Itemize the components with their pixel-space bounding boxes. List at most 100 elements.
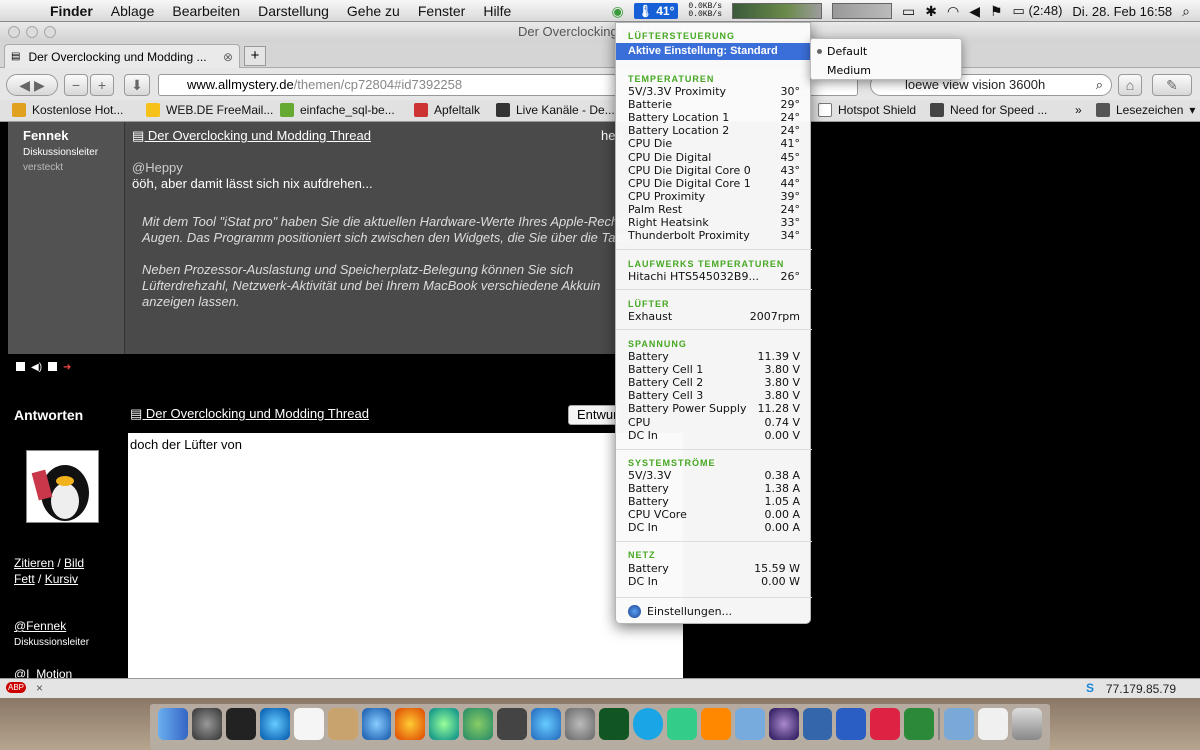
camino-icon[interactable] xyxy=(429,708,460,740)
mention-link-2: @I_Motion xyxy=(14,667,72,678)
adblock-icon[interactable]: ABP xyxy=(6,682,27,693)
menu-app-name[interactable]: Finder xyxy=(50,3,93,19)
bookmark-item-webde[interactable]: WEB.DE FreeMail... xyxy=(146,103,273,117)
new-tab-button[interactable]: + xyxy=(244,46,266,66)
bold-link[interactable]: Fett xyxy=(14,572,35,586)
battery-indicator[interactable]: ▭ (2:48) xyxy=(1013,3,1063,19)
pen-icon[interactable] xyxy=(802,708,833,740)
back-forward-button[interactable]: ◀ ▶ xyxy=(6,74,58,96)
home-button[interactable]: ⌂ xyxy=(1118,74,1142,96)
bookmark-item-hotspot[interactable]: Kostenlose Hot... xyxy=(12,103,123,117)
spotlight-icon[interactable]: ⌕ xyxy=(1182,3,1190,20)
bookmarks-overflow[interactable]: » xyxy=(1075,103,1082,117)
bookmarks-menu[interactable]: Lesezeichen ▾ xyxy=(1096,103,1195,117)
camera-icon[interactable] xyxy=(497,708,528,740)
volume-icon[interactable]: ◀ xyxy=(969,3,980,20)
menu-ablage[interactable]: Ablage xyxy=(111,3,155,19)
dashboard-icon[interactable] xyxy=(225,708,256,740)
close-statusbar-icon[interactable]: × xyxy=(36,681,43,695)
document-icon[interactable] xyxy=(978,708,1009,740)
system-prefs-icon[interactable] xyxy=(565,708,595,740)
settings-menu-item[interactable]: Einstellungen... xyxy=(628,605,732,618)
safari-icon[interactable] xyxy=(361,708,392,740)
menu-bearbeiten[interactable]: Bearbeiten xyxy=(172,3,240,19)
search-icon[interactable]: ⌕ xyxy=(1096,75,1103,95)
bluetooth-icon[interactable]: ✱ xyxy=(925,3,937,20)
menu-gehe-zu[interactable]: Gehe zu xyxy=(347,3,400,19)
app-store-icon[interactable] xyxy=(259,708,290,740)
zoom-window-button[interactable] xyxy=(44,26,56,38)
zoom-out-button[interactable]: − xyxy=(64,74,88,96)
evernote-icon[interactable]: ◉ xyxy=(611,3,623,20)
sound-icon[interactable]: ◀) xyxy=(31,362,42,373)
image-link[interactable]: Bild xyxy=(64,556,84,570)
skype-icon[interactable]: S xyxy=(1086,681,1094,695)
reply-editor[interactable]: doch der Lüfter von xyxy=(128,433,683,678)
temperature-row-label: Thunderbolt Proximity xyxy=(628,229,750,243)
menu-fenster[interactable]: Fenster xyxy=(418,3,465,19)
voltage-row: Battery Cell 3 3.80 V xyxy=(628,389,800,402)
bookmark-icon xyxy=(12,103,26,117)
messenger-icon[interactable] xyxy=(666,708,697,740)
mention-fennek[interactable]: @Fennek xyxy=(14,619,66,633)
fan-active-setting[interactable]: Aktive Einstellung: Standard xyxy=(616,43,812,60)
quote-line: Mit dem Tool "iStat pro" haben Sie die a… xyxy=(142,214,633,229)
download-button[interactable]: ⬇ xyxy=(124,74,150,96)
powerpoint-icon[interactable] xyxy=(870,708,901,740)
sync-icon[interactable] xyxy=(463,708,494,740)
wifi-icon[interactable]: ◠ xyxy=(947,3,959,20)
submenu-option-medium[interactable]: Medium xyxy=(827,64,871,77)
quote-link[interactable]: Zitieren xyxy=(14,556,54,570)
bookmark-item-nfs[interactable]: Need for Speed ... xyxy=(930,103,1047,117)
xampp-icon[interactable] xyxy=(700,708,731,740)
menu-darstellung[interactable]: Darstellung xyxy=(258,3,329,19)
firefox-icon[interactable] xyxy=(395,708,426,740)
finder-icon[interactable] xyxy=(158,708,188,740)
virtualbox-icon[interactable] xyxy=(734,708,765,740)
fan-profile-submenu: Default Medium xyxy=(810,38,962,80)
checkbox-icon[interactable] xyxy=(48,362,58,371)
clock[interactable]: Di. 28. Feb 16:58 xyxy=(1072,4,1172,19)
post-title-link[interactable]: ▤ Der Overclocking und Modding Thread xyxy=(132,128,371,144)
bookmark-item-apfeltalk[interactable]: Apfeltalk xyxy=(414,103,480,117)
eclipse-icon[interactable] xyxy=(768,708,799,740)
current-row-value: 0.00 A xyxy=(764,521,800,535)
power-row-label: Battery xyxy=(628,562,669,575)
textedit-icon[interactable] xyxy=(293,708,324,740)
submenu-option-default[interactable]: Default xyxy=(827,45,867,58)
close-window-button[interactable] xyxy=(8,26,20,38)
zoom-in-button[interactable]: + xyxy=(90,74,114,96)
preview-icon[interactable] xyxy=(327,708,358,740)
post-text: ööh, aber damit lässt sich nix aufdrehen… xyxy=(132,176,373,191)
reply-thread-link[interactable]: ▤ Der Overclocking und Modding Thread xyxy=(130,406,369,422)
author-name[interactable]: Fennek xyxy=(23,128,69,143)
cpu-graph[interactable] xyxy=(732,3,823,19)
folder-icon[interactable] xyxy=(944,708,975,740)
memory-graph[interactable] xyxy=(832,3,893,19)
activity-monitor-icon[interactable] xyxy=(598,708,629,740)
skype-dock-icon[interactable] xyxy=(632,708,663,740)
trash-icon[interactable] xyxy=(1012,708,1042,740)
excel-icon[interactable] xyxy=(904,708,935,740)
word-icon[interactable] xyxy=(836,708,867,740)
addon-button[interactable]: ✎ xyxy=(1152,74,1192,96)
post-mention[interactable]: @Heppy xyxy=(132,160,183,175)
exit-icon[interactable]: ➜ xyxy=(63,362,71,373)
traffic-lights xyxy=(8,26,56,38)
mention-i-motion[interactable]: @I_Motion xyxy=(14,667,72,678)
checkbox-icon[interactable] xyxy=(16,362,25,371)
bookmark-item-hotspot-shield[interactable]: Hotspot Shield xyxy=(818,103,916,117)
italic-link[interactable]: Kursiv xyxy=(45,572,78,586)
bookmark-item-live[interactable]: Live Kanäle - De... xyxy=(496,103,615,117)
tab-overclocking[interactable]: ▤ Der Overclocking und Modding ... ⊗ xyxy=(4,44,240,68)
close-tab-icon[interactable]: ⊗ xyxy=(223,50,233,64)
flag-icon[interactable]: ⚑ xyxy=(990,3,1003,20)
bookmark-item-sql[interactable]: einfache_sql-be... xyxy=(280,103,395,117)
display-icon[interactable]: ▭ xyxy=(902,3,915,20)
istat-temp-menu[interactable]: 🌡 41° xyxy=(633,3,679,19)
draft-button[interactable]: Entwur xyxy=(568,405,618,425)
menu-hilfe[interactable]: Hilfe xyxy=(483,3,511,19)
minimize-window-button[interactable] xyxy=(26,26,38,38)
launchpad-icon[interactable] xyxy=(191,708,222,740)
itunes-icon[interactable] xyxy=(531,708,562,740)
